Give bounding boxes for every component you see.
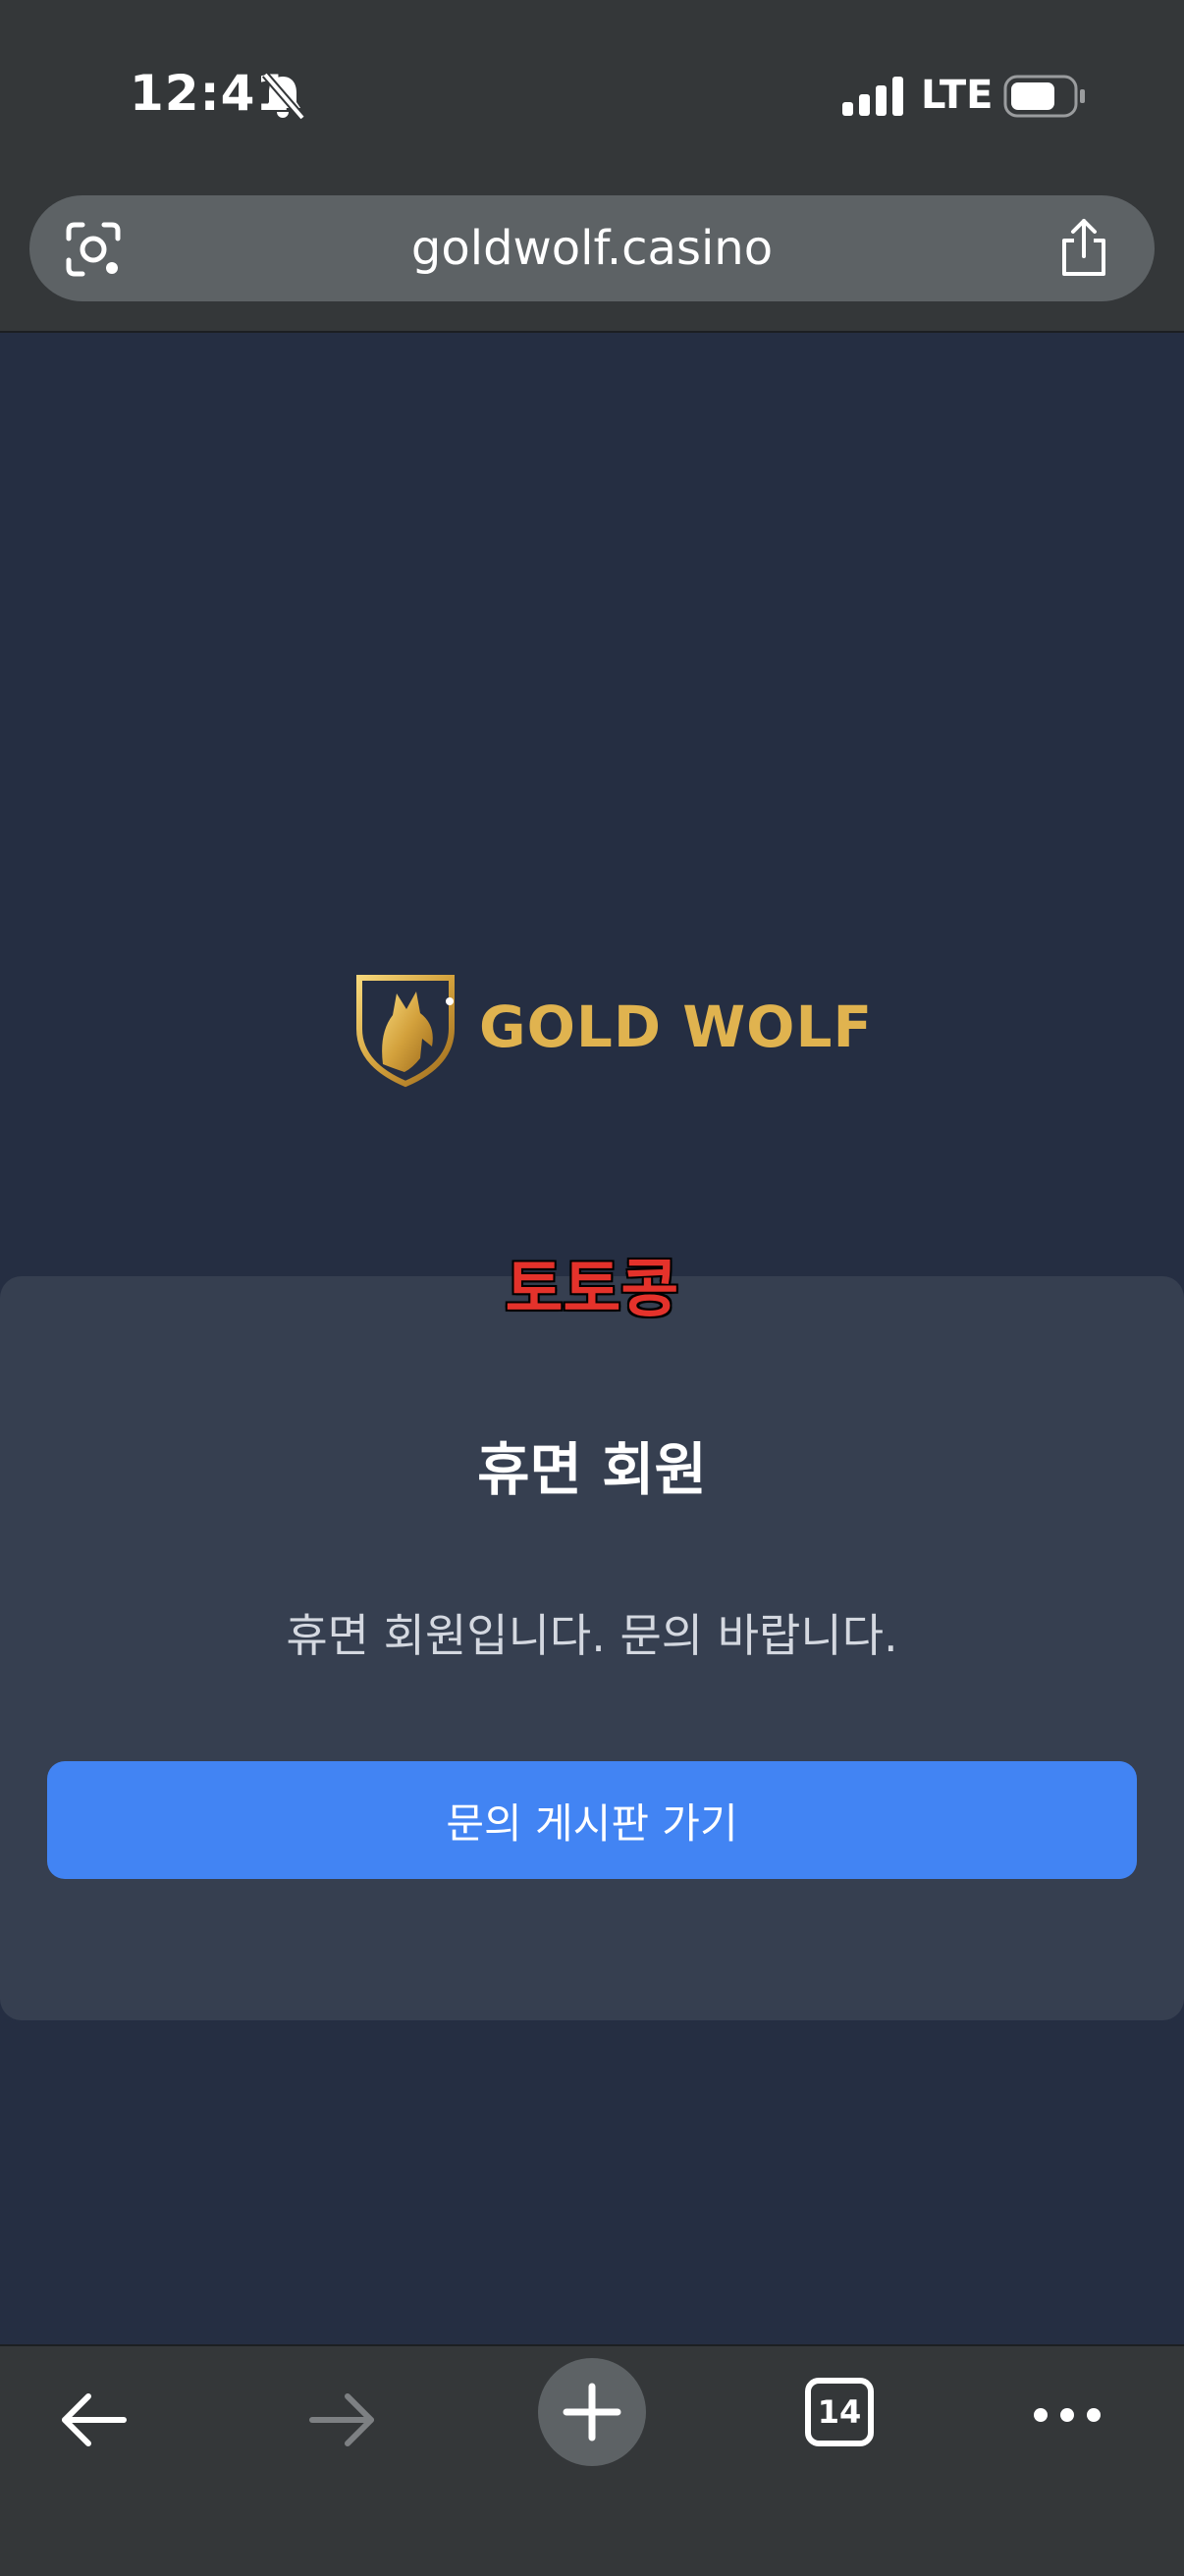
modal-title: 휴면 회원 — [477, 1436, 707, 1503]
signal-icon — [842, 77, 903, 116]
network-type: LTE — [921, 73, 994, 118]
browser-toolbar-bottom: 14 — [0, 2344, 1184, 2576]
url-text[interactable]: goldwolf.casino — [29, 195, 1155, 301]
lens-icon[interactable] — [65, 221, 122, 278]
back-arrow-icon[interactable] — [57, 2384, 130, 2456]
bell-slash-icon — [261, 72, 306, 121]
more-icon[interactable] — [1031, 2395, 1103, 2435]
address-bar[interactable]: goldwolf.casino — [29, 195, 1155, 301]
brand-name: GOLD WOLF — [479, 993, 874, 1060]
status-bar: 12:41 LTE — [0, 0, 1184, 191]
tabs-icon[interactable]: 14 — [805, 2378, 874, 2446]
modal-message: 휴면 회원입니다. 문의 바랍니다. — [286, 1609, 898, 1662]
dormant-member-modal: 휴면 회원 휴면 회원입니다. 문의 바랍니다. 문의 게시판 가기 — [0, 1276, 1184, 2020]
forward-arrow-icon[interactable] — [306, 2384, 379, 2456]
gold-wolf-logo: GOLD WOLF — [353, 970, 872, 1088]
plus-icon — [563, 2383, 621, 2442]
share-icon[interactable] — [1056, 217, 1111, 278]
go-to-inquiry-board-button[interactable]: 문의 게시판 가기 — [47, 1761, 1137, 1879]
browser-toolbar-top: goldwolf.casino — [0, 191, 1184, 333]
watermark-text: 토토콩 — [505, 1254, 679, 1326]
new-tab-button[interactable] — [538, 2358, 646, 2466]
wolf-shield-icon — [356, 975, 455, 1088]
battery-icon — [1003, 75, 1085, 118]
